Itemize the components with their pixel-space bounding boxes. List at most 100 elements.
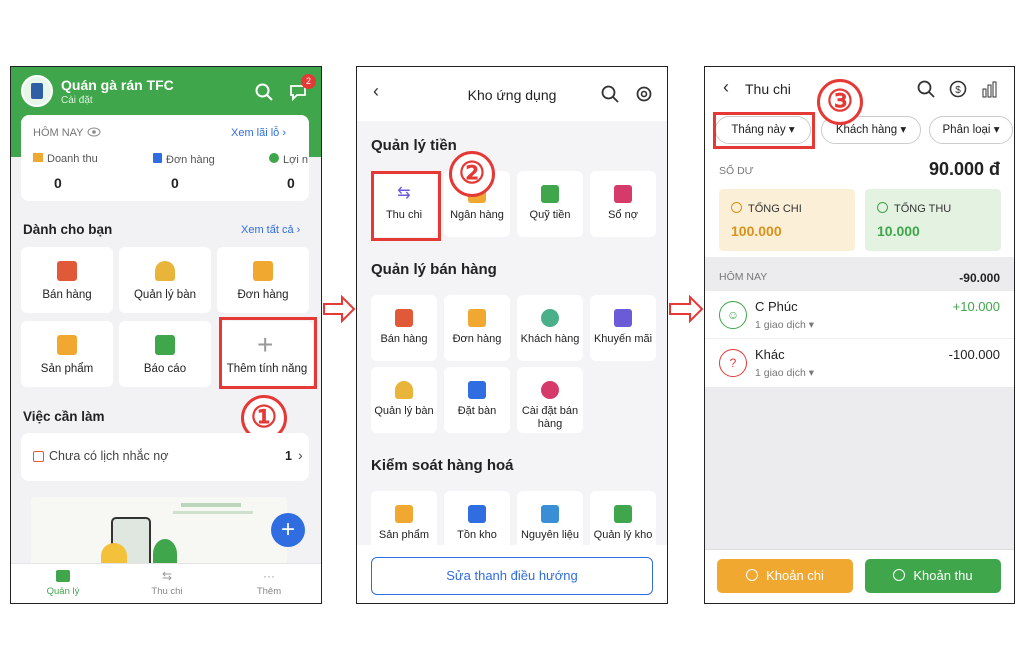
table-icon	[395, 381, 413, 399]
highlight-box-1	[219, 317, 317, 389]
nav-thu-chi[interactable]: ⇆ Thu chi	[149, 570, 185, 597]
total-out-label: TỔNG CHI	[731, 202, 802, 215]
expense-button[interactable]: Khoản chi	[717, 559, 853, 593]
ledger-icon	[614, 185, 632, 203]
settings-flower-icon	[541, 381, 559, 399]
income-button[interactable]: Khoản thu	[865, 559, 1001, 593]
stat-profit-value: 0	[287, 175, 295, 191]
app-khach-hang[interactable]: Khách hàng	[517, 295, 583, 361]
nav-quan-ly[interactable]: Quản lý	[45, 570, 81, 597]
transaction-amount: -100.000	[948, 347, 1000, 362]
transaction-sub: 1 giao dịch ▾	[755, 367, 814, 379]
svg-text:$: $	[955, 85, 961, 96]
total-out-value: 100.000	[731, 223, 782, 239]
box-icon	[395, 505, 413, 523]
clipboard-icon	[153, 153, 162, 163]
tile-label: Bán hàng	[42, 289, 92, 301]
stat-orders-value: 0	[171, 175, 179, 191]
app-label: Nguyên liệu	[520, 529, 580, 541]
transaction-row[interactable]: ? Khác 1 giao dịch ▾ -100.000	[705, 339, 1014, 387]
app-label: Bán hàng	[380, 333, 428, 345]
screen-app-store: ‹ Kho ứng dụng Quản lý tiền ⇆ Thu chi Ngâ…	[356, 66, 668, 604]
table-icon	[155, 261, 175, 281]
app-cai-dat-ban-hang[interactable]: Cài đặt bán hàng	[517, 367, 583, 433]
cash-icon	[541, 185, 559, 203]
app-label: Đơn hàng	[452, 333, 502, 345]
total-in-label: TỔNG THU	[877, 202, 951, 215]
more-icon: ···	[263, 569, 275, 583]
clipboard-icon	[468, 309, 486, 327]
dollar-icon[interactable]: $	[949, 80, 967, 98]
shop-name[interactable]: Quán gà rán TFC	[61, 77, 174, 93]
caret-down-icon: ▾	[993, 124, 1000, 136]
search-icon[interactable]	[255, 83, 273, 101]
income-button-label: Khoản thu	[913, 568, 973, 583]
tile-label: Quản lý bàn	[133, 289, 196, 301]
search-icon[interactable]	[601, 85, 619, 103]
stat-orders-label: Đơn hàng	[153, 153, 215, 166]
edit-nav-button[interactable]: Sửa thanh điều hướng	[371, 557, 653, 595]
footer-bar: Sửa thanh điều hướng	[357, 545, 667, 603]
bar-chart-icon	[155, 335, 175, 355]
balance-label: SỐ DƯ	[719, 165, 754, 177]
app-don-hang[interactable]: Đơn hàng	[444, 295, 510, 361]
app-so-no[interactable]: Sổ nợ	[590, 171, 656, 237]
app-label: Khuyến mãi	[593, 333, 653, 345]
todo-title: Việc cần làm	[23, 409, 105, 424]
app-label: Quỹ tiền	[529, 209, 571, 221]
arrow-right-icon	[323, 294, 356, 324]
tile-bao-cao[interactable]: Báo cáo	[119, 321, 211, 387]
transaction-amount: +10.000	[952, 299, 1000, 314]
stats-icon[interactable]	[981, 80, 999, 98]
calendar-icon	[33, 451, 44, 462]
nav-label: Thu chi	[151, 586, 183, 597]
tile-don-hang[interactable]: Đơn hàng	[217, 247, 309, 313]
inventory-icon	[614, 505, 632, 523]
profit-link[interactable]: Xem lãi lỗ ›	[231, 127, 286, 139]
app-ban-hang[interactable]: Bán hàng	[371, 295, 437, 361]
eye-icon[interactable]	[87, 126, 101, 138]
nav-label: Thêm	[256, 586, 282, 597]
tile-label: Đơn hàng	[237, 289, 289, 301]
app-khuyen-mai[interactable]: Khuyến mãi	[590, 295, 656, 361]
app-store-header: ‹ Kho ứng dụng	[357, 67, 667, 121]
banner-text-line	[173, 511, 253, 514]
user-icon: ☺	[719, 301, 747, 329]
tile-san-pham[interactable]: Sản phẩm	[21, 321, 113, 387]
coin-icon	[269, 153, 279, 163]
nav-them[interactable]: ··· Thêm	[251, 570, 287, 597]
nav-label: Quản lý	[46, 586, 80, 597]
todo-item[interactable]: Chưa có lịch nhắc nợ 1 ›	[21, 433, 309, 481]
tile-quan-ly-ban[interactable]: Quản lý bàn	[119, 247, 211, 313]
clipboard-icon	[253, 261, 273, 281]
arrow-down-circle-icon	[893, 569, 906, 581]
app-quy-tien[interactable]: Quỹ tiền	[517, 171, 583, 237]
transaction-sub: 1 giao dịch ▾	[755, 319, 814, 331]
todo-count: 1	[285, 449, 292, 463]
shop-avatar[interactable]	[21, 75, 53, 107]
filter-phan-loai[interactable]: Phân loại ▾	[929, 116, 1013, 144]
step-marker-2: ②	[449, 151, 495, 197]
app-label: Đặt bàn	[457, 405, 497, 417]
search-icon[interactable]	[917, 80, 935, 98]
app-quan-ly-ban[interactable]: Quản lý bàn	[371, 367, 437, 433]
app-dat-ban[interactable]: Đặt bàn	[444, 367, 510, 433]
fab-add-button[interactable]: +	[271, 513, 305, 547]
gear-icon[interactable]	[635, 85, 653, 103]
tile-label: Báo cáo	[143, 363, 187, 375]
highlight-box-2	[371, 171, 441, 241]
stat-profit-label: Lợi n	[269, 153, 308, 166]
filter-label: Phân loại	[942, 124, 991, 136]
back-icon[interactable]: ‹	[723, 77, 729, 98]
section-title: Kiểm soát hàng hoá	[371, 457, 514, 474]
promo-banner[interactable]	[31, 497, 287, 569]
expense-button-label: Khoản chi	[766, 568, 824, 583]
transaction-name: Khác	[755, 347, 785, 362]
total-in-value: 10.000	[877, 223, 920, 239]
section-title: Quản lý bán hàng	[371, 261, 497, 278]
settings-link[interactable]: Cài đặt	[61, 95, 93, 106]
tile-ban-hang[interactable]: Bán hàng	[21, 247, 113, 313]
see-all-link[interactable]: Xem tất cả ›	[241, 224, 300, 236]
transaction-row[interactable]: ☺ C Phúc 1 giao dịch ▾ +10.000	[705, 291, 1014, 339]
app-label: Cài đặt bán hàng	[521, 405, 579, 430]
